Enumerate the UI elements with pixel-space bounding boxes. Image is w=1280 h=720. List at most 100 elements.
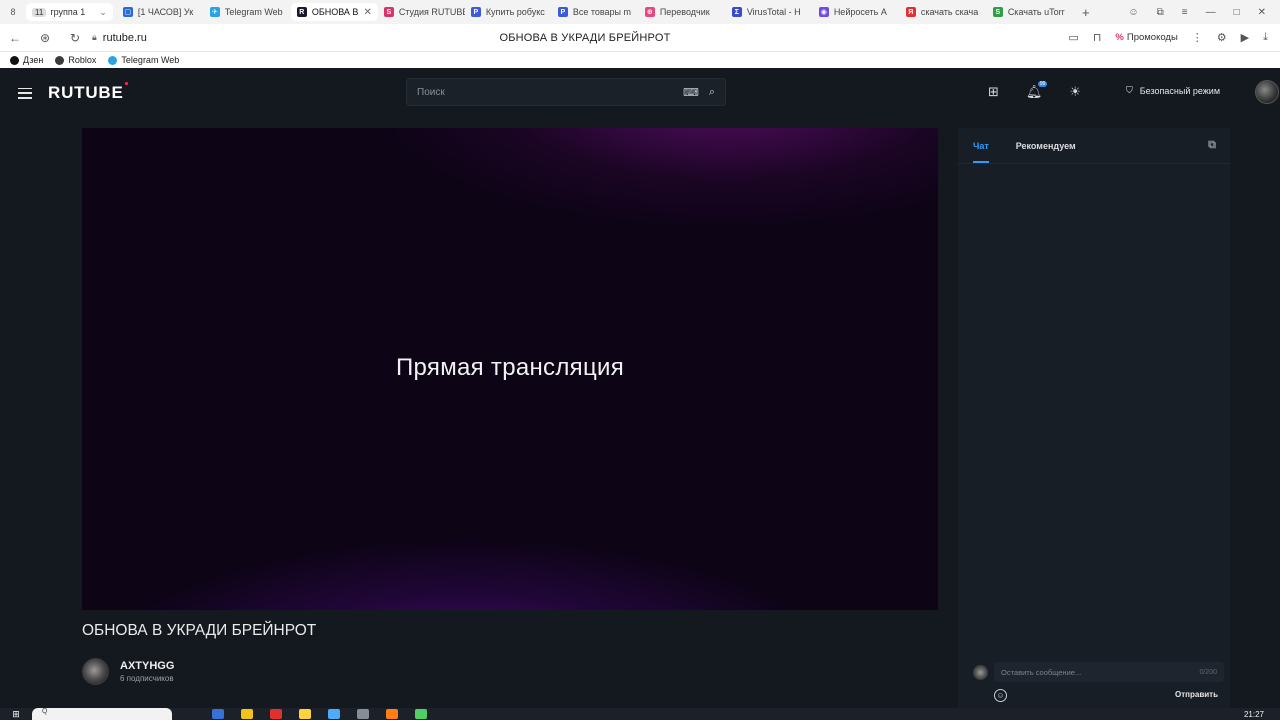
browser-tab[interactable]: S Студия RUTUBE [378, 3, 465, 21]
live-stream-label: Прямая трансляция [395, 354, 625, 381]
browser-tab[interactable]: R ОБНОВА В ✕ [290, 3, 378, 21]
keyboard-icon[interactable]: ⌨ [683, 86, 699, 99]
tab-recommended[interactable]: Рекомендуем [1016, 141, 1076, 151]
site-header: RUTUBE ⌨ ⌕ ⊞ 🔔︎99 ☀ ⛉ Безопасный режим [0, 68, 1280, 118]
notifications-badge: 99 [1037, 81, 1048, 87]
browser-tab-label: Все товары m [572, 7, 632, 17]
browser-tab[interactable]: ⊕ Переводчик [639, 3, 726, 21]
reader-icon[interactable]: ▭ [1068, 31, 1078, 44]
bookmark-favicon-icon [10, 55, 19, 65]
tab-group-label: группа 1 [50, 7, 86, 17]
taskview-icon[interactable] [212, 709, 224, 719]
channel-avatar[interactable] [82, 658, 109, 685]
menu-hamburger-icon[interactable] [18, 87, 32, 99]
emoji-icon[interactable]: ☺ [994, 689, 1007, 702]
external-link-icon[interactable]: ⧉ [1208, 139, 1216, 152]
menu-icon[interactable]: ≡ [1182, 7, 1188, 18]
shield-icon[interactable]: ⊛ [30, 31, 60, 45]
browser-tab[interactable]: ▢ [1 ЧАСОВ] Ук [117, 3, 204, 21]
address-bar-row: ← ⊛ ↻ 🔒︎ rutube.ru ОБНОВА В УКРАДИ БРЕЙН… [0, 24, 1280, 52]
taskbar-apps [212, 709, 427, 719]
browser-tab[interactable]: Σ VirusTotal - H [726, 3, 813, 21]
media-icon[interactable]: ▶ [1241, 31, 1249, 44]
chat-input-row: 0/200 [973, 662, 1224, 682]
favicon-icon: S [992, 7, 1003, 17]
clock: 21:27 [1243, 709, 1264, 719]
profile-icon[interactable]: ☺ [1128, 7, 1138, 18]
browser-tab-label: Переводчик [659, 7, 710, 17]
tab-list: ▢ [1 ЧАСОВ] Ук ✈ Telegram Web R ОБНОВА В ✕ S Сту… [117, 3, 1074, 21]
bookmark-icon[interactable]: ⊓ [1093, 31, 1102, 44]
explorer-icon[interactable] [241, 709, 253, 719]
back-icon[interactable]: ← [0, 31, 30, 45]
video-player[interactable]: Прямая трансляция [82, 128, 938, 610]
favicon-icon: ✈ [209, 7, 220, 17]
browser-tab-label: Нейросеть A [833, 7, 887, 17]
bookmark-label: Roblox [68, 55, 97, 65]
tab-count[interactable]: 8 [0, 7, 26, 17]
downloads-icon[interactable]: ⤓ [1263, 31, 1268, 44]
promo-button[interactable]: % Промокоды [1115, 32, 1177, 43]
chat-panel: Чат Рекомендуем ⧉ 0/200 ☺ Отправить [958, 128, 1230, 720]
browser-tab[interactable]: ◉ Нейросеть A [813, 3, 900, 21]
favicon-icon: P [557, 7, 568, 17]
os-taskbar: ⊞ Q 21:27 [0, 708, 1280, 720]
settings-icon[interactable] [357, 709, 369, 719]
tab-group[interactable]: 11 группа 1 ⌄ [26, 3, 113, 21]
more-icon[interactable]: ⋮ [1192, 31, 1203, 44]
extensions-icon[interactable]: ⚙ [1217, 31, 1227, 44]
rutube-logo[interactable]: RUTUBE [48, 82, 128, 103]
window-controls: ☺ ⧉ ≡ — □ ✕ [1128, 7, 1280, 18]
chevron-down-icon[interactable]: ⌄ [99, 7, 107, 18]
chat-user-avatar [973, 664, 988, 680]
bookmark-item[interactable]: Дзен [10, 55, 43, 65]
search-input[interactable] [417, 86, 673, 98]
url-field[interactable]: 🔒︎ rutube.ru [92, 32, 147, 44]
close-window-icon[interactable]: ✕ [1258, 7, 1266, 18]
close-tab-icon[interactable]: ✕ [363, 7, 371, 18]
app-icon[interactable] [299, 709, 311, 719]
browser-tab-label: Telegram Web [224, 7, 283, 17]
windows-start-icon[interactable]: ⊞ [0, 709, 32, 720]
browser-tab-label: VirusTotal - H [746, 7, 801, 17]
reload-icon[interactable]: ↻ [60, 31, 90, 45]
browser-tab-strip: 8 11 группа 1 ⌄ ▢ [1 ЧАСОВ] Ук ✈ Telegram W… [0, 0, 1280, 24]
bookmark-item[interactable]: Roblox [55, 55, 96, 65]
browser-tab[interactable]: ✈ Telegram Web [204, 3, 291, 21]
app-icon-3[interactable] [415, 709, 427, 719]
browser-tab-label: ОБНОВА В [311, 7, 359, 17]
browser-tab[interactable]: P Все товары m [552, 3, 639, 21]
bookmark-item[interactable]: Telegram Web [108, 55, 179, 65]
add-video-icon[interactable]: ⊞ [988, 84, 999, 100]
browser-tab[interactable]: Яскачать скача [900, 3, 987, 21]
browser-tab-label: Студия RUTUBE [398, 7, 465, 17]
maximize-icon[interactable]: □ [1234, 7, 1240, 18]
tab-chat[interactable]: Чат [973, 141, 989, 163]
browser-tab[interactable]: S Скачать uTorr [987, 3, 1074, 21]
search-box: ⌨ ⌕ [406, 78, 726, 106]
chat-message-input[interactable] [1001, 667, 1200, 677]
address-bar-actions: ▭ ⊓ % Промокоды ⋮ ⚙ ▶ ⤓ [1068, 31, 1280, 44]
bookmarks-bar: Дзен Roblox Telegram Web [0, 52, 1280, 68]
browser-tab[interactable]: P Купить робукс [465, 3, 552, 21]
notifications-icon[interactable]: 🔔︎ 99 [1026, 81, 1048, 100]
browser-tab-label: Скачать uTorr [1007, 7, 1065, 17]
search-icon[interactable]: ⌕ [709, 86, 715, 99]
shield-check-icon: ⛉ [1126, 85, 1133, 95]
channel-name[interactable]: AXTYHGG [120, 660, 174, 672]
yandex-icon[interactable] [270, 709, 282, 719]
app-icon-2[interactable] [386, 709, 398, 719]
bookmark-label: Дзен [23, 55, 44, 65]
send-button[interactable]: Отправить [1175, 690, 1218, 699]
user-avatar[interactable] [1255, 80, 1279, 104]
tab-search-icon[interactable]: ⧉ [1157, 7, 1164, 18]
theme-toggle-icon[interactable]: ☀ [1069, 84, 1081, 100]
favicon-icon: Я [905, 7, 916, 17]
minimize-icon[interactable]: — [1206, 7, 1216, 18]
taskbar-search[interactable]: Q [32, 708, 172, 720]
bookmark-favicon-icon [55, 55, 65, 65]
safe-mode-button[interactable]: ⛉ Безопасный режим [1126, 85, 1220, 96]
new-tab-button[interactable]: + [1074, 5, 1098, 20]
favicon-icon: ⊕ [644, 7, 655, 17]
browser-icon[interactable] [328, 709, 340, 719]
